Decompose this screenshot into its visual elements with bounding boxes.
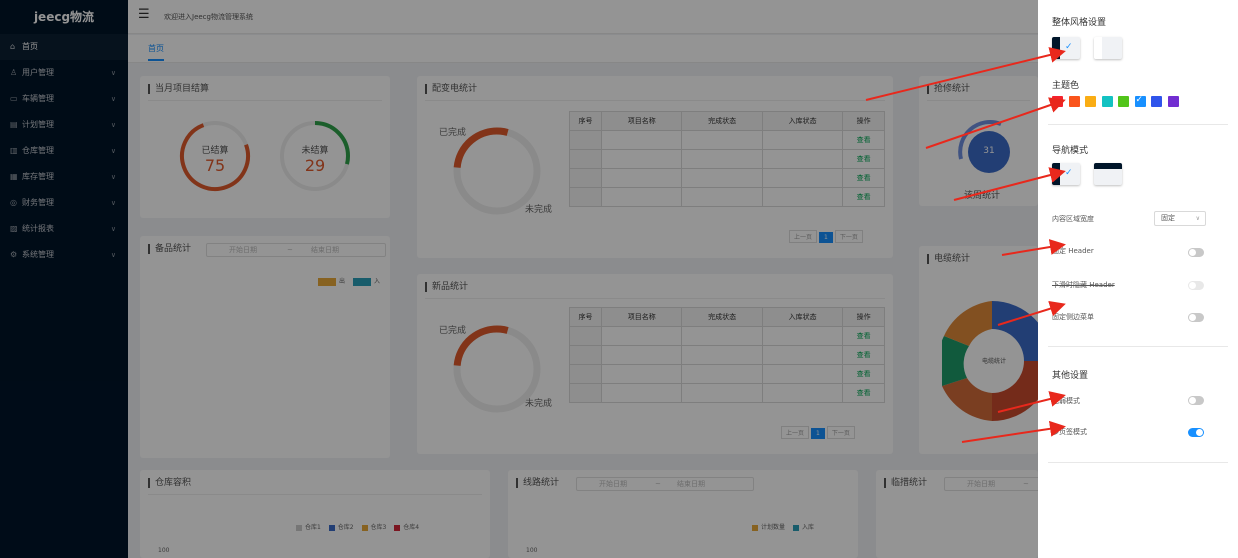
content-width-label: 内容区域宽度 [1052,215,1094,223]
divider [1048,124,1228,125]
drawer-mask[interactable] [0,0,1038,558]
check-icon: ✓ [1135,95,1144,105]
settings-drawer: 整体风格设置 ✓ 主题色 ✓ 导航模式 ✓ 内容区域宽度 固定 ∨ 固定 Hea… [1038,0,1238,558]
theme-color-swatch[interactable] [1118,96,1129,107]
weak-mode-label: 色弱模式 [1052,397,1080,405]
nav-preview-sider [1052,163,1060,185]
style-preview-sider [1094,37,1102,59]
nav-title: 导航模式 [1052,146,1089,156]
nav-preview-topbar [1094,163,1122,169]
theme-color-swatch[interactable] [1068,96,1080,107]
content-width-select[interactable]: 固定 ∨ [1154,211,1206,226]
style-preview-sider [1052,37,1060,59]
style-title: 整体风格设置 [1052,18,1107,28]
multi-tab-toggle[interactable] [1188,428,1204,437]
light-style-option[interactable] [1094,37,1122,59]
fixed-sidebar-toggle[interactable] [1188,313,1204,322]
weak-mode-toggle[interactable] [1188,396,1204,405]
theme-title: 主题色 [1052,81,1080,91]
check-icon: ✓ [1065,168,1073,178]
hide-header-toggle[interactable] [1188,281,1204,290]
theme-color-swatch[interactable] [1101,96,1113,107]
sidebar-nav-option[interactable]: ✓ [1052,163,1080,185]
chevron-down-icon: ∨ [1195,215,1200,222]
top-nav-option[interactable] [1094,163,1122,185]
other-title: 其他设置 [1052,371,1089,381]
content-width-value: 固定 [1161,214,1175,222]
fixed-sidebar-label: 固定侧边菜单 [1052,313,1094,321]
dark-style-option[interactable]: ✓ [1052,37,1080,59]
fixed-header-label: 固定 Header [1052,247,1094,255]
divider [1048,462,1228,463]
check-icon: ✓ [1065,42,1073,52]
divider [1048,346,1228,347]
theme-color-swatch[interactable] [1167,96,1179,107]
theme-color-swatch[interactable] [1151,96,1162,107]
fixed-header-toggle[interactable] [1188,248,1204,257]
theme-color-swatch[interactable] [1052,96,1063,107]
theme-color-swatch[interactable] [1085,96,1096,107]
theme-color-swatch[interactable]: ✓ [1134,95,1146,107]
hide-header-label: 下滑时隐藏 Header [1052,281,1115,289]
multi-tab-label: 多页签模式 [1052,428,1087,436]
